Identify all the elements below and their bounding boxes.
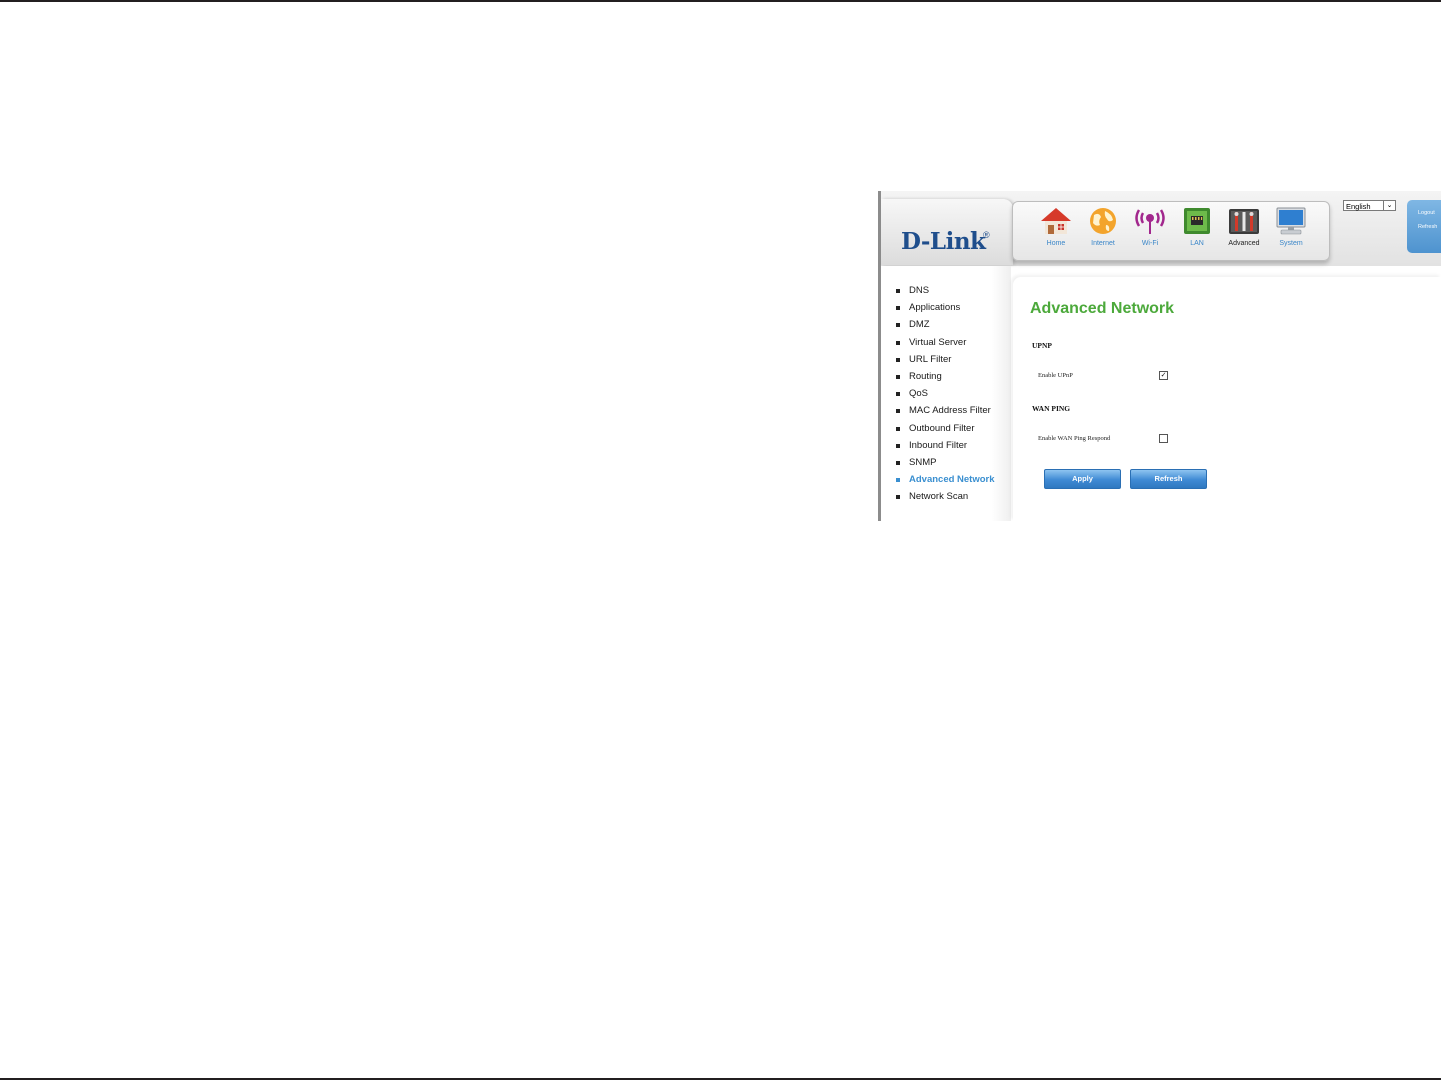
language-select[interactable]: English ⌄ bbox=[1343, 200, 1396, 211]
main-nav-bar: Home Internet Wi-Fi LAN Advanced System bbox=[1012, 201, 1330, 261]
bullet-icon bbox=[896, 340, 900, 345]
nav-lan-label: LAN bbox=[1190, 240, 1204, 247]
bullet-icon bbox=[896, 426, 900, 431]
bullet-icon bbox=[896, 374, 900, 379]
sidebar-item-label: QoS bbox=[909, 388, 929, 400]
nav-wifi[interactable]: Wi-Fi bbox=[1127, 206, 1173, 258]
sidebar-item-label: MAC Address Filter bbox=[909, 405, 991, 417]
bullet-icon bbox=[896, 392, 900, 397]
sidebar-item-label: Outbound Filter bbox=[909, 422, 975, 434]
sidebar-item-label: Advanced Network bbox=[909, 474, 995, 486]
sidebar-item-label: DMZ bbox=[909, 319, 930, 331]
advanced-tools-icon bbox=[1229, 209, 1259, 234]
lan-icon bbox=[1184, 208, 1210, 234]
sidebar-item-dns[interactable]: DNS bbox=[896, 285, 995, 302]
sidebar-item-virtual-server[interactable]: Virtual Server bbox=[896, 337, 995, 354]
sidebar-item-qos[interactable]: QoS bbox=[896, 388, 995, 405]
sidebar-item-advanced-network[interactable]: Advanced Network bbox=[896, 474, 995, 491]
sidebar-item-dmz[interactable]: DMZ bbox=[896, 319, 995, 336]
sidebar-item-network-scan[interactable]: Network Scan bbox=[896, 491, 995, 508]
registered-mark: ® bbox=[983, 230, 990, 240]
bullet-icon bbox=[896, 306, 900, 311]
nav-internet[interactable]: Internet bbox=[1080, 206, 1126, 258]
apply-button[interactable]: Apply bbox=[1044, 469, 1121, 489]
chevron-down-icon: ⌄ bbox=[1383, 201, 1395, 210]
sidebar-item-label: URL Filter bbox=[909, 353, 952, 365]
language-selected-value: English bbox=[1346, 202, 1371, 211]
dlink-logo: D-Link bbox=[901, 228, 986, 255]
sidebar-item-inbound-filter[interactable]: Inbound Filter bbox=[896, 440, 995, 457]
home-icon bbox=[1041, 208, 1071, 234]
sidebar-item-routing[interactable]: Routing bbox=[896, 371, 995, 388]
page-bottom-rule bbox=[0, 1078, 1441, 1080]
nav-system-label: System bbox=[1279, 240, 1303, 247]
content-panel: Advanced Network UPNP Enable UPnP ✓ WAN … bbox=[1013, 277, 1441, 521]
system-monitor-icon bbox=[1276, 207, 1306, 235]
sidebar-item-label: Routing bbox=[909, 370, 942, 382]
enable-upnp-checkbox[interactable]: ✓ bbox=[1159, 371, 1168, 380]
bullet-icon bbox=[896, 289, 900, 293]
nav-advanced-label: Advanced bbox=[1228, 240, 1260, 247]
bullet-icon bbox=[896, 495, 900, 500]
sidebar-item-label: Inbound Filter bbox=[909, 439, 968, 451]
sidebar-item-outbound-filter[interactable]: Outbound Filter bbox=[896, 423, 995, 440]
enable-upnp-label: Enable UPnP bbox=[1038, 372, 1073, 379]
nav-internet-label: Internet bbox=[1091, 240, 1115, 247]
internet-globe-icon bbox=[1090, 208, 1116, 234]
bullet-icon bbox=[896, 323, 900, 328]
bullet-icon bbox=[896, 409, 900, 414]
bullet-icon bbox=[896, 478, 900, 483]
sidebar-item-applications[interactable]: Applications bbox=[896, 302, 995, 319]
section-heading-upnp: UPNP bbox=[1032, 341, 1052, 350]
nav-system[interactable]: System bbox=[1268, 206, 1314, 258]
wifi-icon bbox=[1135, 209, 1165, 234]
sidebar-item-url-filter[interactable]: URL Filter bbox=[896, 354, 995, 371]
sidebar-item-label: SNMP bbox=[909, 456, 937, 468]
nav-advanced[interactable]: Advanced bbox=[1221, 206, 1267, 258]
nav-wifi-label: Wi-Fi bbox=[1141, 240, 1159, 247]
wan-ping-respond-checkbox[interactable] bbox=[1159, 434, 1168, 443]
wan-ping-respond-label: Enable WAN Ping Respond bbox=[1038, 435, 1111, 442]
refresh-button[interactable]: Refresh bbox=[1130, 469, 1207, 489]
section-heading-wan-ping: WAN PING bbox=[1032, 404, 1071, 413]
nav-home[interactable]: Home bbox=[1033, 206, 1079, 258]
session-side-tab: Logout Refresh bbox=[1407, 200, 1441, 253]
left-sidebar-menu: DNS Applications DMZ Virtual Server URL … bbox=[881, 266, 1011, 521]
sidebar-item-label: Network Scan bbox=[909, 491, 969, 503]
bullet-icon bbox=[896, 460, 900, 465]
sidebar-item-label: DNS bbox=[909, 285, 930, 296]
nav-lan[interactable]: LAN bbox=[1174, 206, 1220, 258]
logo-tab: D-Link ® bbox=[881, 199, 1013, 265]
sidebar-item-snmp[interactable]: SNMP bbox=[896, 457, 995, 474]
sidebar-item-label: Applications bbox=[909, 302, 961, 314]
page-top-rule bbox=[0, 0, 1441, 2]
logout-link[interactable]: Logout bbox=[1418, 210, 1435, 216]
nav-home-label: Home bbox=[1046, 240, 1066, 247]
sidebar-item-mac-address-filter[interactable]: MAC Address Filter bbox=[896, 405, 995, 422]
sidebar-item-label: Virtual Server bbox=[909, 336, 967, 348]
bullet-icon bbox=[896, 357, 900, 362]
refresh-link[interactable]: Refresh bbox=[1418, 224, 1437, 230]
page-title: Advanced Network bbox=[1030, 300, 1175, 317]
router-ui-screenshot: D-Link ® Home Internet Wi-Fi LAN Advance… bbox=[878, 191, 1441, 521]
bullet-icon bbox=[896, 443, 900, 448]
sidebar-list: DNS Applications DMZ Virtual Server URL … bbox=[896, 285, 995, 508]
